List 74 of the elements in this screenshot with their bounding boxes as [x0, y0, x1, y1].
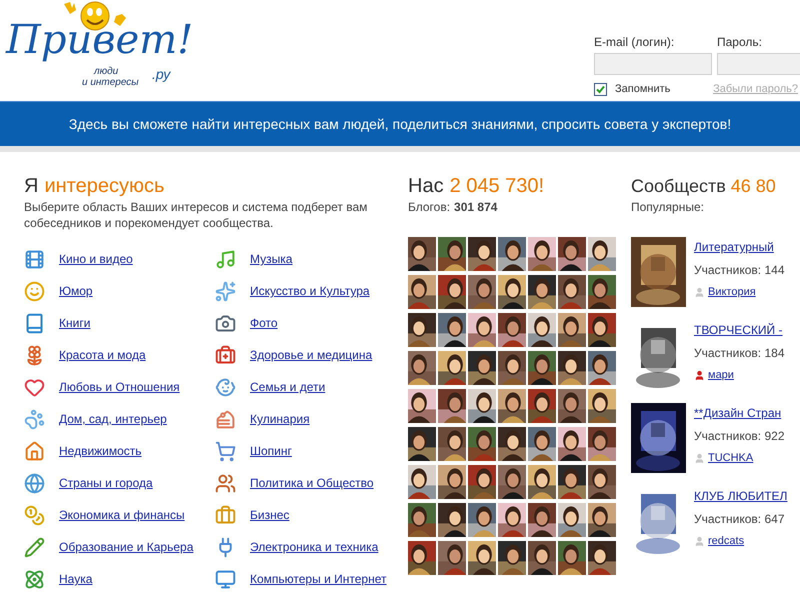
- community-count: 46 80: [730, 175, 776, 198]
- password-label: Пароль:: [717, 34, 763, 51]
- interest-link[interactable]: Искусство и Культура: [250, 282, 370, 300]
- owner-link[interactable]: redcats: [708, 533, 744, 550]
- member-count-text: Участников: 184: [694, 345, 784, 362]
- people-icon: [215, 472, 236, 494]
- owner-link[interactable]: TUCHKA: [708, 450, 754, 466]
- heart-icon: [24, 376, 45, 398]
- owner-link[interactable]: Виктория: [708, 284, 756, 300]
- logo-domain: .ру: [152, 65, 170, 84]
- remember-checkbox[interactable]: [594, 82, 607, 96]
- logo-tagline: и интересы: [82, 77, 139, 88]
- monitor-icon: [215, 568, 236, 590]
- check-icon: [596, 84, 605, 94]
- blogs-label: Блогов:: [408, 199, 450, 215]
- camera-icon: [215, 312, 236, 334]
- password-field[interactable]: [717, 53, 800, 75]
- interest-link[interactable]: Книги: [59, 314, 90, 332]
- atom-icon: [24, 568, 45, 590]
- member-count-text: Участников: 647: [694, 511, 786, 528]
- interest-link[interactable]: Электроника и техника: [250, 538, 378, 556]
- paw-icon: [24, 408, 45, 430]
- interest-link[interactable]: Любовь и Отношения: [59, 378, 180, 396]
- member-count-text: Участников: 922: [694, 428, 784, 445]
- briefcase-icon: [215, 504, 236, 526]
- section-title-accent: интересуюсь: [44, 174, 164, 198]
- interest-link[interactable]: Компьютеры и Интернет: [250, 570, 386, 588]
- interest-link[interactable]: Экономика и финансы: [59, 506, 185, 524]
- interest-link[interactable]: Дом, сад, интерьер: [59, 410, 167, 428]
- first-aid-icon: [215, 344, 236, 366]
- interest-link[interactable]: Шопинг: [250, 442, 292, 460]
- interest-link[interactable]: Музыка: [250, 250, 292, 268]
- film-icon: [24, 248, 45, 270]
- section-description: Выберите область Ваших интересов и система подберет вам собеседников и порекомендует сообщества.: [24, 199, 368, 231]
- member-count-text: Участников: 144: [694, 262, 784, 279]
- section-title: Я: [24, 174, 38, 198]
- interest-link[interactable]: Фото: [250, 314, 278, 332]
- cart-icon: [215, 440, 236, 462]
- section-title: Нас: [408, 174, 444, 198]
- logo-tagline: люди: [92, 66, 120, 77]
- member-count: 2 045 730!: [450, 174, 544, 198]
- book-icon: [24, 312, 45, 334]
- section-title: Сообществ: [631, 175, 726, 198]
- interest-link[interactable]: Страны и города: [59, 474, 153, 492]
- popular-label: Популярные:: [631, 199, 705, 215]
- community-link[interactable]: ТВОРЧЕСКИЙ -: [694, 321, 784, 339]
- interest-link[interactable]: Политика и Общество: [250, 474, 374, 492]
- email-field[interactable]: [594, 53, 712, 75]
- house-icon: [24, 440, 45, 462]
- owner-link[interactable]: мари: [708, 367, 734, 384]
- interest-link[interactable]: Наука: [59, 570, 92, 588]
- interest-link[interactable]: Семья и дети: [250, 378, 326, 396]
- community-link[interactable]: КЛУБ ЛЮБИТЕЛ: [694, 487, 788, 505]
- interest-link[interactable]: Красота и мода: [59, 346, 146, 364]
- interest-link[interactable]: Недвижимость: [59, 442, 142, 460]
- music-note-icon: [215, 248, 236, 270]
- pencil-icon: [24, 536, 45, 558]
- community-link[interactable]: Литературный: [694, 238, 784, 256]
- interest-link[interactable]: Здоровье и медицина: [250, 346, 372, 364]
- globe-icon: [24, 472, 45, 494]
- interest-link[interactable]: Кулинария: [250, 410, 310, 428]
- interest-link[interactable]: Бизнес: [250, 506, 290, 524]
- logo-wordmark: Привет!: [6, 20, 194, 60]
- email-label: E-mail (логин):: [594, 34, 676, 51]
- interest-link[interactable]: Кино и видео: [59, 250, 133, 268]
- blogs-count: 301 874: [454, 199, 498, 215]
- cake-icon: [215, 408, 236, 430]
- interest-link[interactable]: Образование и Карьера: [59, 538, 194, 556]
- smiley-icon: [24, 280, 45, 302]
- remember-label: Запомнить: [615, 82, 670, 97]
- banner: Здесь вы сможете найти интересных вам людей, поделиться знаниями, спросить совета у экспертов!: [0, 101, 800, 146]
- interest-link[interactable]: Юмор: [59, 282, 93, 300]
- community-link[interactable]: **Дизайн Стран: [694, 404, 784, 422]
- coin-icon: [24, 504, 45, 526]
